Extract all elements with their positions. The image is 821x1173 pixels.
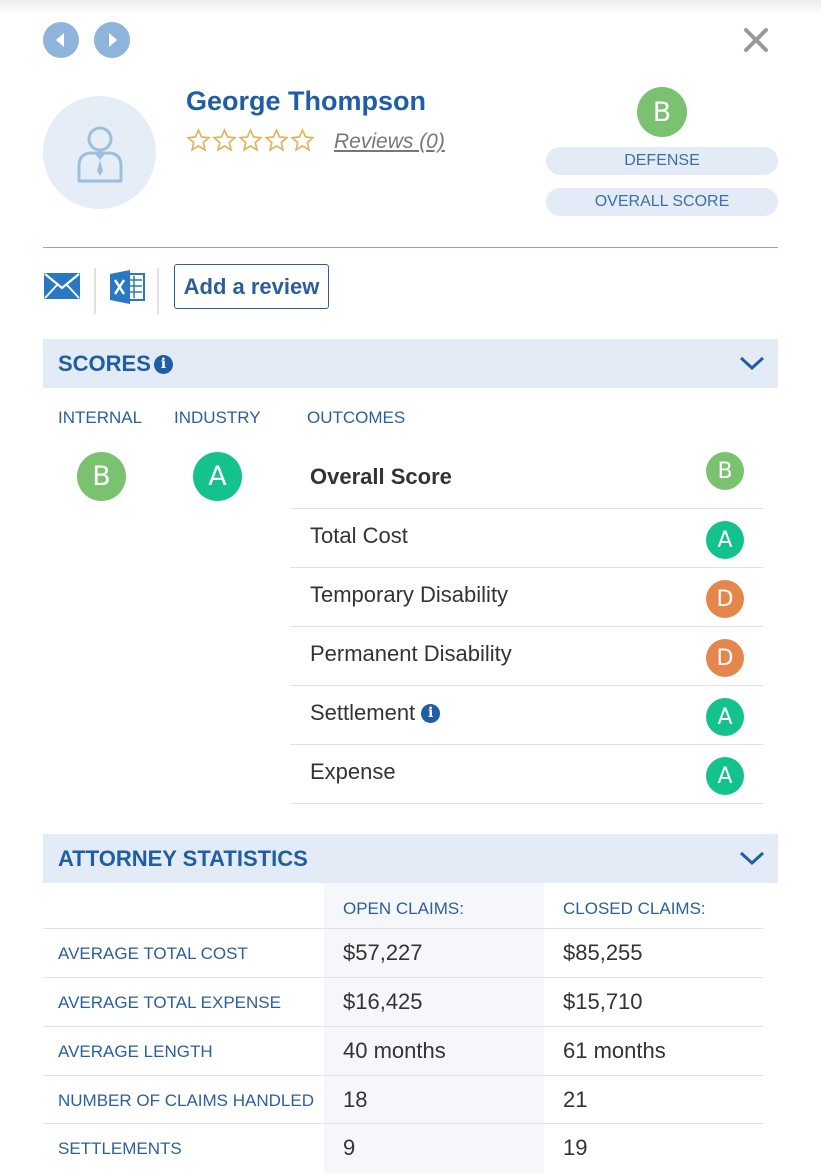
outcome-grade-badge: A [706,521,744,559]
open-claims-value: $57,227 [343,940,423,965]
next-icon [109,33,117,47]
outcome-row: Temporary Disability D [290,568,763,627]
next-button[interactable] [94,22,130,58]
industry-label: INDUSTRY [174,408,261,427]
outcome-row: Settlement i A [290,686,763,745]
outcome-grade-badge: D [706,639,744,677]
info-icon[interactable]: i [153,354,173,374]
action-separator [94,268,96,314]
export-excel-button[interactable] [110,270,146,309]
table-row: AVERAGE TOTAL EXPENSE $16,425 $15,710 [43,977,763,1026]
scores-title: SCORES i [58,351,173,377]
chevron-down-icon[interactable] [739,850,765,866]
action-separator [157,268,159,314]
star-icon[interactable] [186,128,211,153]
outcome-grade-badge: B [706,452,744,490]
open-claims-value: 40 months [343,1038,446,1063]
stat-label: AVERAGE LENGTH [58,1042,213,1061]
overall-score-badge: OVERALL SCORE [546,188,778,216]
outcome-label-container: Settlement i [310,700,441,726]
outcome-label: Temporary Disability [310,582,509,607]
outcome-label: Settlement [310,700,416,725]
outcomes-label: OUTCOMES [307,408,406,427]
internal-label: INTERNAL [58,408,143,427]
outcome-row: Expense A [290,745,763,804]
table-row: AVERAGE TOTAL COST $57,227 $85,255 [43,928,763,977]
statistics-title: ATTORNEY STATISTICS [58,846,308,871]
info-icon[interactable]: i [421,703,441,723]
previous-icon [56,33,64,47]
stat-label: SETTLEMENTS [58,1139,182,1158]
outcome-grade-badge: A [706,757,744,795]
top-grade-badge: B [637,87,687,137]
closed-claims-value: 61 months [563,1038,666,1063]
stat-label: NUMBER OF CLAIMS HANDLED [58,1091,314,1110]
header-divider [43,247,778,248]
top-shadow [0,0,821,14]
chevron-down-icon[interactable] [739,355,765,371]
email-button[interactable] [43,272,81,305]
add-review-button[interactable]: Add a review [174,264,329,309]
outcome-grade-badge: A [706,698,744,736]
star-icon[interactable] [264,128,289,153]
star-icon[interactable] [212,128,237,153]
open-claims-header: OPEN CLAIMS: [343,899,464,918]
scores-section-header[interactable]: SCORES i [43,339,778,388]
industry-grade-badge: A [193,452,242,501]
table-row: AVERAGE LENGTH 40 months 61 months [43,1026,763,1075]
star-icon[interactable] [238,128,263,153]
open-claims-value: 9 [343,1135,356,1160]
avatar [43,96,156,209]
previous-button[interactable] [43,22,79,58]
outcome-label: Overall Score [310,464,452,489]
stat-label: AVERAGE TOTAL COST [58,944,248,963]
outcome-row: Total Cost A [290,509,763,568]
scores-title-text: SCORES [58,351,151,376]
closed-claims-value: 19 [563,1135,588,1160]
outcome-row: Permanent Disability D [290,627,763,686]
outcome-label: Expense [310,759,396,784]
close-icon [744,28,768,52]
star-icon[interactable] [290,128,315,153]
internal-grade-badge: B [77,452,126,501]
excel-icon [110,270,145,304]
role-badge: DEFENSE [546,147,778,175]
star-rating[interactable] [186,128,315,153]
closed-claims-value: $85,255 [563,940,643,965]
outcome-label: Permanent Disability [310,641,512,666]
table-row: SETTLEMENTS 9 19 [43,1123,763,1172]
stat-label: AVERAGE TOTAL EXPENSE [58,993,281,1012]
statistics-section-header[interactable]: ATTORNEY STATISTICS [43,834,778,883]
outcome-grade-badge: D [706,580,744,618]
close-button[interactable] [740,24,772,56]
closed-claims-header: CLOSED CLAIMS: [563,899,706,918]
reviews-link[interactable]: Reviews (0) [334,130,445,154]
outcome-row: Overall Score B [290,450,763,509]
table-row: NUMBER OF CLAIMS HANDLED 18 21 [43,1075,763,1124]
closed-claims-value: $15,710 [563,989,643,1014]
outcome-label: Total Cost [310,523,408,548]
open-claims-value: $16,425 [343,989,423,1014]
open-claims-value: 18 [343,1087,368,1112]
user-avatar-icon [77,126,122,182]
attorney-name: George Thompson [186,86,427,116]
mail-icon [44,273,80,299]
closed-claims-value: 21 [563,1087,588,1112]
